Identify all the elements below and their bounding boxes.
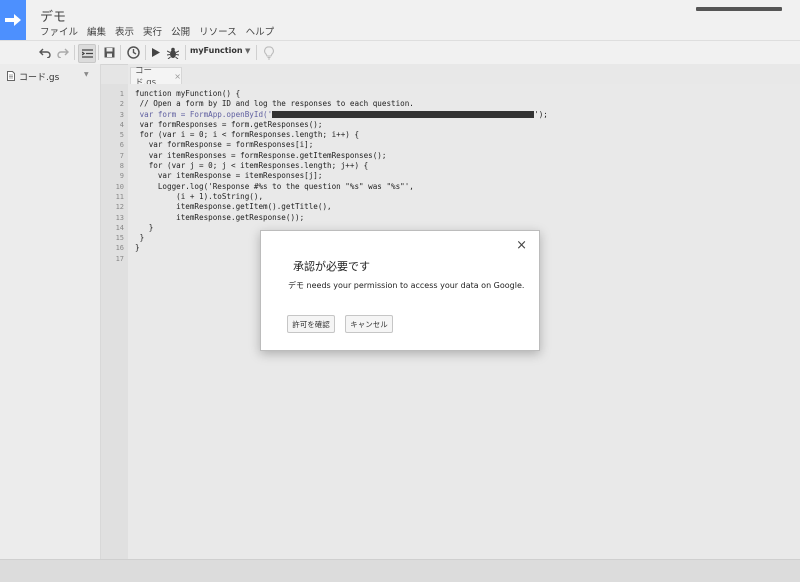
dialog-message: デモ needs your permission to access your …: [288, 281, 525, 290]
review-permissions-button[interactable]: 許可を確認: [287, 315, 335, 333]
modal-overlay: × 承認が必要です デモ needs your permission to ac…: [0, 0, 800, 581]
cancel-button[interactable]: キャンセル: [345, 315, 393, 333]
dialog-title: 承認が必要です: [293, 260, 370, 273]
close-icon[interactable]: ×: [516, 238, 527, 253]
authorization-dialog: × 承認が必要です デモ needs your permission to ac…: [260, 230, 540, 351]
